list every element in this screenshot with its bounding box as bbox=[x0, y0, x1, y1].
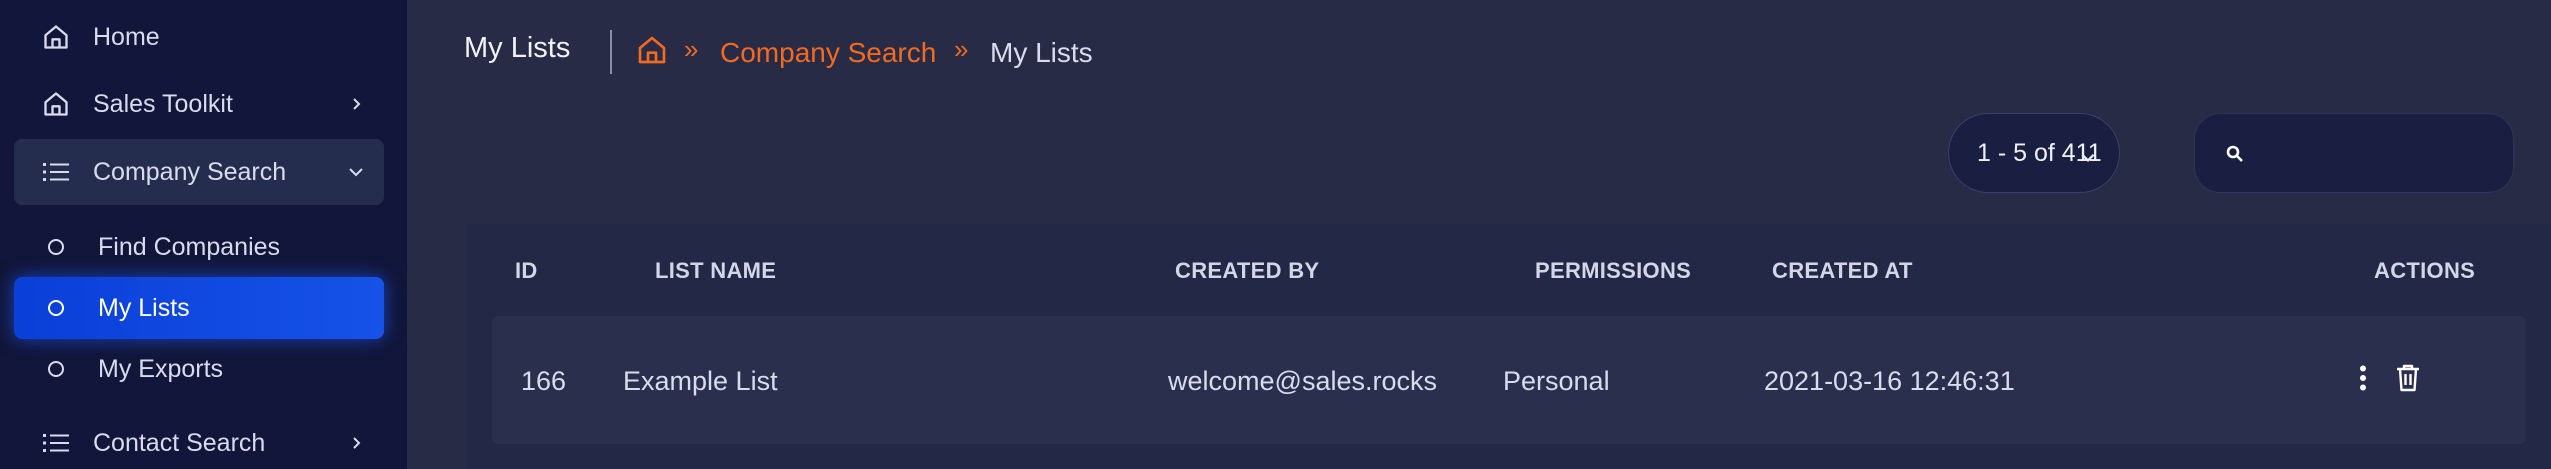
circle-icon bbox=[48, 300, 64, 316]
breadcrumb-current: My Lists bbox=[990, 37, 1093, 68]
sidebar-item-label: Company Search bbox=[93, 157, 287, 186]
breadcrumb-home-icon[interactable] bbox=[636, 34, 668, 66]
cell-list-name[interactable]: Example List bbox=[623, 366, 778, 397]
chevron-right-icon bbox=[346, 94, 366, 114]
search-icon bbox=[2225, 144, 2245, 164]
chevron-down-icon bbox=[346, 162, 366, 182]
column-header-actions: ACTIONS bbox=[2374, 258, 2476, 283]
sidebar: Home Sales Toolkit Company Search Find C… bbox=[0, 0, 407, 469]
list-icon bbox=[40, 427, 72, 459]
sidebar-item-contact-search[interactable]: Contact Search bbox=[14, 410, 384, 469]
breadcrumb-separator: » bbox=[954, 34, 969, 64]
column-header-permissions[interactable]: PERMISSIONS bbox=[1535, 258, 1691, 284]
sidebar-item-label: Contact Search bbox=[93, 428, 266, 457]
column-header-created-by[interactable]: CREATED BY bbox=[1175, 258, 1319, 284]
sidebar-subitem-find-companies[interactable]: Find Companies bbox=[14, 216, 384, 278]
cell-id: 166 bbox=[521, 366, 567, 396]
breadcrumb-link-company-search[interactable]: Company Search bbox=[720, 37, 936, 69]
search-box[interactable] bbox=[2194, 113, 2514, 193]
home-icon bbox=[40, 21, 72, 53]
circle-icon bbox=[48, 239, 64, 255]
home-icon bbox=[40, 88, 72, 120]
search-input[interactable] bbox=[2257, 114, 2497, 192]
pagination-select[interactable]: 1 - 5 of 411 bbox=[1948, 113, 2120, 193]
cell-permissions: Personal bbox=[1503, 366, 1610, 396]
cell-created-by: welcome@sales.rocks bbox=[1168, 366, 1437, 396]
list-icon bbox=[40, 156, 72, 188]
circle-icon bbox=[48, 361, 64, 377]
sidebar-subitem-label: My Lists bbox=[98, 293, 190, 322]
chevron-down-icon bbox=[2079, 144, 2097, 162]
sidebar-item-sales-toolkit[interactable]: Sales Toolkit bbox=[14, 71, 384, 137]
sidebar-subitem-my-exports[interactable]: My Exports bbox=[14, 338, 384, 400]
more-options-icon[interactable] bbox=[2346, 358, 2380, 398]
sidebar-item-company-search[interactable]: Company Search bbox=[14, 139, 384, 205]
sidebar-item-label: Home bbox=[93, 22, 160, 51]
page-title: My Lists bbox=[464, 32, 571, 64]
column-header-list-name[interactable]: LIST NAME bbox=[655, 258, 776, 284]
breadcrumb-separator: » bbox=[684, 34, 699, 64]
chevron-right-icon bbox=[346, 433, 366, 453]
column-header-id[interactable]: ID bbox=[515, 258, 538, 284]
delete-trash-icon[interactable] bbox=[2391, 358, 2425, 398]
sidebar-item-label: Sales Toolkit bbox=[93, 89, 233, 118]
sidebar-subitem-label: My Exports bbox=[98, 354, 224, 383]
sidebar-subitem-my-lists[interactable]: My Lists bbox=[14, 277, 384, 339]
sidebar-subitem-label: Find Companies bbox=[98, 232, 281, 261]
sidebar-item-home[interactable]: Home bbox=[14, 4, 384, 70]
cell-created-at: 2021-03-16 12:46:31 bbox=[1764, 366, 2015, 396]
header-divider bbox=[610, 30, 612, 74]
column-header-created-at[interactable]: CREATED AT bbox=[1772, 258, 1913, 284]
